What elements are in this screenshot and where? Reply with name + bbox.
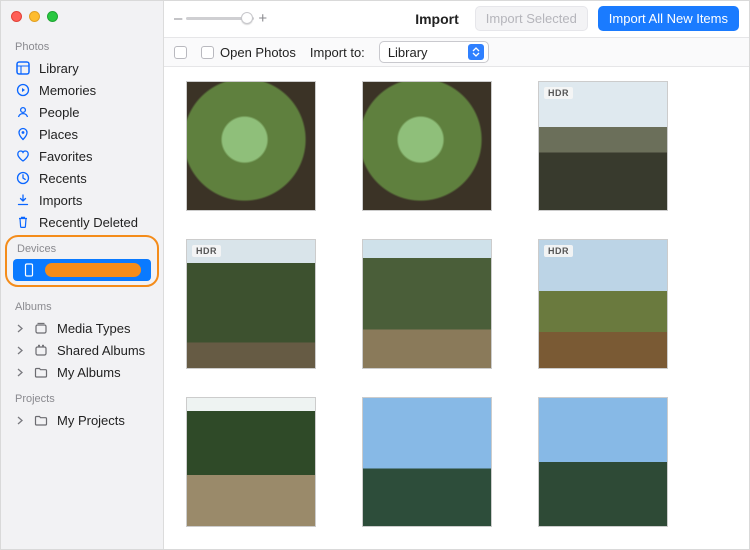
photo-thumbnail[interactable] (186, 397, 316, 527)
sidebar-item-label: My Projects (57, 413, 125, 428)
sidebar: Photos Library Memories People Places Fa… (1, 1, 164, 549)
sidebar-item-memories[interactable]: Memories (1, 79, 163, 101)
sidebar-item-label: My Albums (57, 365, 121, 380)
sidebar-item-media-types[interactable]: Media Types (1, 317, 163, 339)
places-icon (15, 126, 31, 142)
fullscreen-icon[interactable] (47, 11, 58, 22)
folder-icon (33, 364, 49, 380)
zoom-control: – + (174, 10, 267, 27)
folder-icon (33, 412, 49, 428)
sidebar-item-recents[interactable]: Recents (1, 167, 163, 189)
device-name-redacted (45, 263, 141, 277)
open-photos-label: Open Photos (220, 45, 296, 60)
photo-thumbnail[interactable]: HDR (186, 239, 316, 369)
clock-icon (15, 170, 31, 186)
hdr-badge: HDR (544, 245, 573, 257)
toolbar: – + Import Import Selected Import All Ne… (164, 1, 749, 37)
shared-icon (33, 342, 49, 358)
photo-thumbnail[interactable] (362, 239, 492, 369)
photo-thumbnail[interactable]: HDR (538, 239, 668, 369)
photo-thumbnail[interactable] (538, 397, 668, 527)
main-pane: – + Import Import Selected Import All Ne… (164, 1, 749, 549)
zoom-in[interactable]: + (258, 10, 267, 27)
sidebar-item-label: Media Types (57, 321, 130, 336)
import-all-button[interactable]: Import All New Items (598, 6, 739, 31)
chevron-right-icon[interactable] (15, 324, 25, 333)
sidebar-item-label: Recents (39, 171, 87, 186)
zoom-slider[interactable] (186, 17, 254, 20)
app-window: Photos Library Memories People Places Fa… (0, 0, 750, 550)
sidebar-item-my-albums[interactable]: My Albums (1, 361, 163, 383)
library-icon (15, 60, 31, 76)
photo-thumbnail[interactable]: HDR (538, 81, 668, 211)
section-devices: Devices (7, 237, 157, 259)
photo-thumbnail[interactable] (362, 81, 492, 211)
chevron-right-icon[interactable] (15, 416, 25, 425)
hdr-badge: HDR (192, 245, 221, 257)
sidebar-item-device[interactable] (13, 259, 151, 281)
sidebar-item-shared-albums[interactable]: Shared Albums (1, 339, 163, 361)
zoom-out[interactable]: – (174, 10, 182, 27)
memories-icon (15, 82, 31, 98)
open-photos-checkbox[interactable] (201, 46, 214, 59)
sidebar-item-label: Imports (39, 193, 82, 208)
sidebar-item-label: People (39, 105, 79, 120)
grid-row (186, 397, 727, 527)
chevron-right-icon[interactable] (15, 346, 25, 355)
minimize-icon[interactable] (29, 11, 40, 22)
trash-icon (15, 214, 31, 230)
sidebar-item-label: Shared Albums (57, 343, 145, 358)
sidebar-item-label: Places (39, 127, 78, 142)
zoom-knob[interactable] (241, 12, 253, 24)
download-icon (15, 192, 31, 208)
iphone-icon (21, 262, 37, 278)
hdr-badge: HDR (544, 87, 573, 99)
import-to-select[interactable]: Library (379, 41, 489, 63)
import-to-label: Import to: (310, 45, 365, 60)
sidebar-item-label: Favorites (39, 149, 92, 164)
section-photos: Photos (1, 31, 163, 57)
photo-thumbnail[interactable] (186, 81, 316, 211)
window-controls (1, 1, 163, 31)
people-icon (15, 104, 31, 120)
import-selected-button[interactable]: Import Selected (475, 6, 588, 31)
sidebar-item-places[interactable]: Places (1, 123, 163, 145)
select-stepper-icon (468, 44, 484, 60)
heart-icon (15, 148, 31, 164)
sidebar-item-favorites[interactable]: Favorites (1, 145, 163, 167)
select-all-checkbox[interactable] (174, 46, 187, 59)
section-projects: Projects (1, 383, 163, 409)
grid-row: HDR (186, 81, 727, 211)
stack-icon (33, 320, 49, 336)
chevron-right-icon[interactable] (15, 368, 25, 377)
page-title: Import (415, 11, 459, 27)
sidebar-item-label: Recently Deleted (39, 215, 138, 230)
import-subbar: Open Photos Import to: Library (164, 37, 749, 67)
sidebar-item-label: Memories (39, 83, 96, 98)
grid-row: HDR HDR (186, 239, 727, 369)
import-to-value: Library (388, 45, 428, 60)
sidebar-item-library[interactable]: Library (1, 57, 163, 79)
sidebar-item-people[interactable]: People (1, 101, 163, 123)
sidebar-item-my-projects[interactable]: My Projects (1, 409, 163, 431)
sidebar-item-recently-deleted[interactable]: Recently Deleted (1, 211, 163, 233)
section-albums: Albums (1, 291, 163, 317)
photo-thumbnail[interactable] (362, 397, 492, 527)
sidebar-item-imports[interactable]: Imports (1, 189, 163, 211)
devices-highlight: Devices (5, 235, 159, 287)
sidebar-item-label: Library (39, 61, 79, 76)
close-icon[interactable] (11, 11, 22, 22)
photo-grid[interactable]: HDR HDR HDR (164, 67, 749, 549)
